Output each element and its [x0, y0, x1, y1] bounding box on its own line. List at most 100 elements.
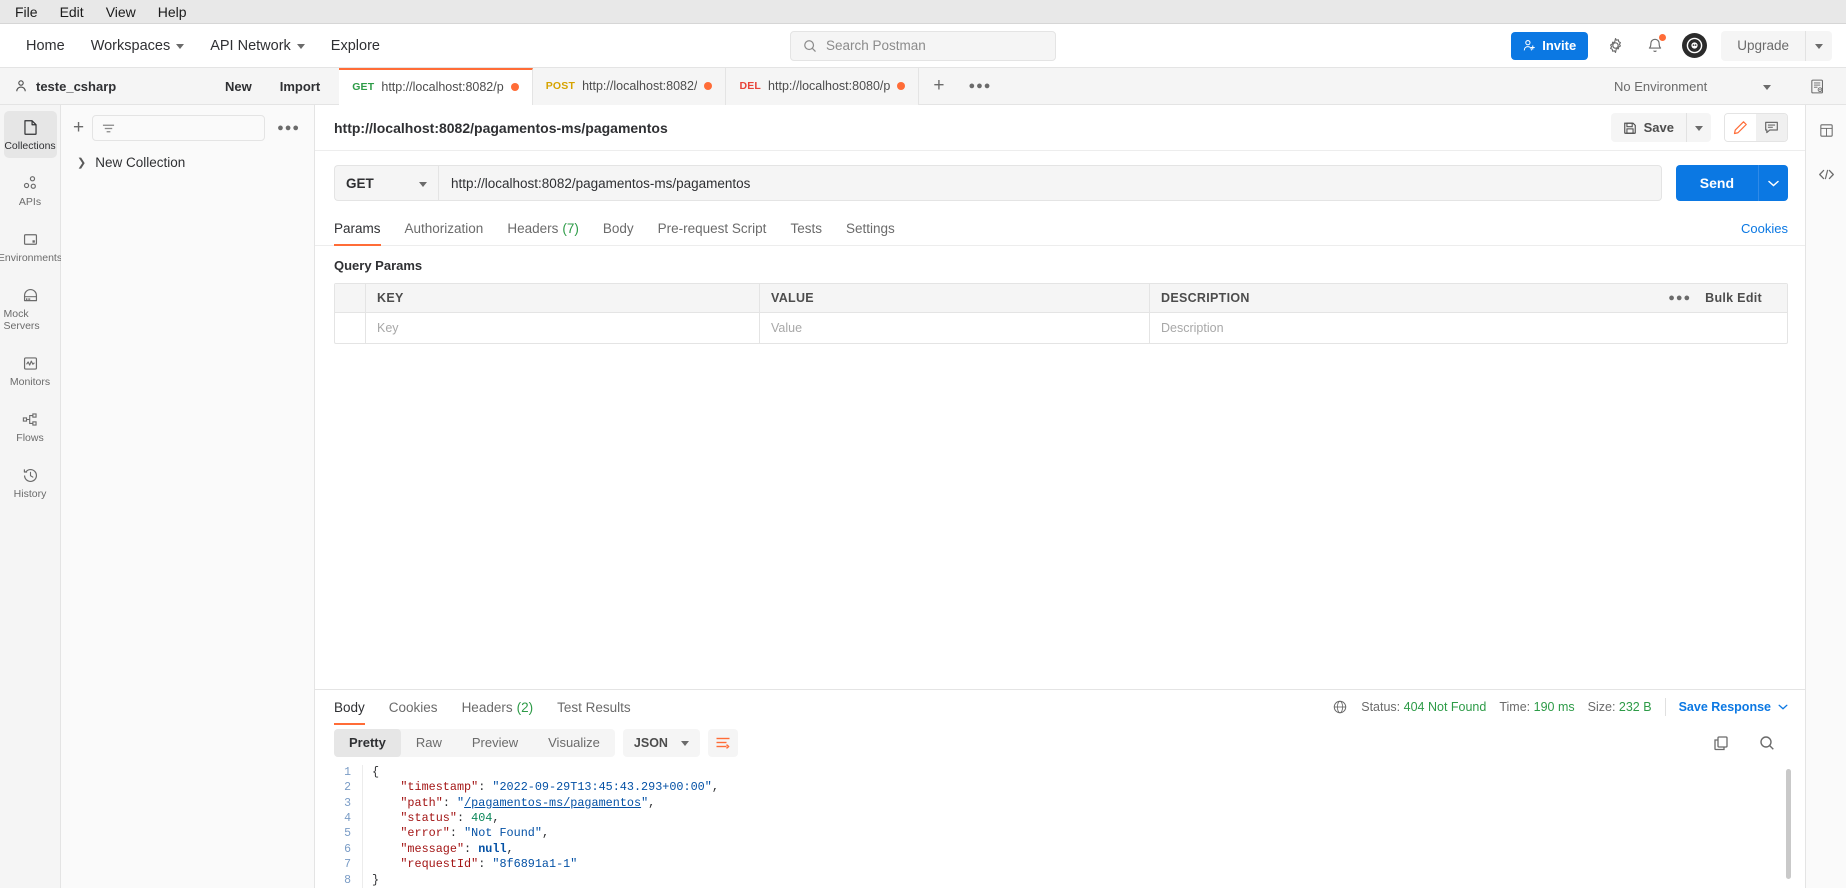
invite-person-icon: [1524, 40, 1535, 51]
status-group: Status: 404 Not Found: [1361, 700, 1486, 714]
environment-selector[interactable]: No Environment: [1614, 79, 1790, 94]
import-button[interactable]: Import: [269, 74, 331, 99]
sidebar-item-collections[interactable]: Collections: [3, 111, 57, 158]
menu-help[interactable]: Help: [147, 2, 198, 22]
sidebar-item-history[interactable]: History: [4, 459, 57, 506]
search-response-button[interactable]: [1754, 730, 1780, 756]
environment-quick-look-button[interactable]: [1804, 73, 1830, 99]
sidebar-item-mock-servers[interactable]: Mock Servers: [4, 279, 57, 338]
format-raw-button[interactable]: Raw: [401, 729, 457, 757]
param-description-input[interactable]: Description: [1150, 313, 1787, 343]
tab-tests[interactable]: Tests: [778, 211, 834, 246]
send-button[interactable]: Send: [1675, 165, 1758, 201]
layout-toggle-button[interactable]: [1813, 117, 1839, 143]
format-preview-button[interactable]: Preview: [457, 729, 533, 757]
new-tab-button[interactable]: +: [919, 68, 958, 105]
tab-settings[interactable]: Settings: [834, 211, 907, 246]
tab-pre-request-script-label: Pre-request Script: [657, 220, 767, 236]
response-format-toolbar: Pretty Raw Preview Visualize JSON: [315, 725, 1805, 765]
gear-icon: [1609, 37, 1621, 54]
list-item[interactable]: ❯ New Collection: [61, 149, 314, 176]
tab-headers[interactable]: Headers (7): [495, 211, 591, 246]
add-collection-button[interactable]: +: [73, 118, 84, 137]
sidebar-item-environments[interactable]: Environments: [0, 223, 62, 270]
nav-workspaces-label: Workspaces: [90, 37, 171, 54]
menu-file[interactable]: File: [4, 2, 49, 22]
code-line-content: "requestId": "8f6891a1-1": [362, 857, 577, 873]
select-all-checkbox-cell[interactable]: [335, 284, 366, 312]
sidebar-item-flows[interactable]: Flows: [4, 403, 57, 450]
url-row: GET http://localhost:8082/pagamentos-ms/…: [315, 151, 1805, 211]
tab-authorization[interactable]: Authorization: [393, 211, 496, 246]
tab-params[interactable]: Params: [334, 211, 393, 246]
format-pretty-button[interactable]: Pretty: [334, 728, 401, 757]
response-tab-headers[interactable]: Headers (2): [450, 690, 546, 725]
response-language-select[interactable]: JSON: [622, 728, 700, 757]
format-visualize-button[interactable]: Visualize: [533, 729, 615, 757]
response-tab-body-label: Body: [334, 699, 365, 715]
code-token: :: [442, 795, 457, 810]
workspace-name[interactable]: teste_csharp: [0, 79, 214, 94]
code-token: }: [372, 872, 380, 887]
param-value-input[interactable]: Value: [760, 313, 1150, 343]
sidebar-item-monitors[interactable]: Monitors: [4, 347, 57, 394]
response-tab-body[interactable]: Body: [334, 690, 377, 725]
table-options-button[interactable]: ●●●: [1668, 292, 1691, 304]
response-tab-test-results[interactable]: Test Results: [545, 690, 643, 725]
response-tab-headers-label: Headers: [461, 699, 513, 715]
code-snippet-button[interactable]: [1813, 161, 1839, 187]
upgrade-button[interactable]: Upgrade: [1721, 31, 1805, 61]
tabs-more-button[interactable]: ●●●: [958, 68, 1001, 105]
nav-explore[interactable]: Explore: [319, 32, 392, 60]
request-body-empty-space: [315, 344, 1805, 689]
tab-tests-label: Tests: [790, 220, 822, 236]
response-scrollbar[interactable]: [1786, 768, 1791, 879]
save-response-button[interactable]: Save Response: [1679, 700, 1788, 714]
response-body-code[interactable]: 1{2 "timestamp": "2022-09-29T13:45:43.29…: [315, 764, 1805, 888]
request-tab-2[interactable]: POST http://localhost:8082/: [532, 67, 727, 105]
param-key-input[interactable]: Key: [366, 313, 760, 343]
upgrade-group: Upgrade: [1721, 30, 1832, 61]
search-input[interactable]: Search Postman: [790, 30, 1056, 61]
mock-servers-icon: [23, 288, 37, 302]
request-tabs-strip: GET http://localhost:8082/p POST http://…: [339, 67, 1598, 105]
code-line: 8}: [334, 872, 1805, 888]
cookies-link[interactable]: Cookies: [1741, 221, 1788, 236]
comments-button[interactable]: [1756, 114, 1787, 141]
menu-edit[interactable]: Edit: [49, 2, 95, 22]
collections-filter-input[interactable]: [92, 115, 266, 141]
request-tab-3[interactable]: DEL http://localhost:8080/p: [726, 67, 920, 105]
copy-response-button[interactable]: [1708, 730, 1734, 756]
nav-api-network[interactable]: API Network: [198, 32, 317, 60]
request-tab-1[interactable]: GET http://localhost:8082/p: [339, 67, 533, 105]
tab-pre-request-script[interactable]: Pre-request Script: [646, 211, 779, 246]
code-token: "2022-09-29T13:45:43.293+00:00": [492, 780, 712, 795]
settings-button[interactable]: [1602, 33, 1628, 59]
sidebar-item-apis[interactable]: APIs: [4, 167, 57, 214]
upgrade-dropdown-button[interactable]: [1805, 30, 1832, 61]
bulk-edit-button[interactable]: Bulk Edit: [1705, 291, 1762, 305]
edit-mode-button[interactable]: [1725, 114, 1756, 141]
nav-home[interactable]: Home: [14, 32, 77, 60]
avatar[interactable]: [1682, 33, 1708, 58]
chevron-down-icon: [296, 44, 305, 49]
collections-more-button[interactable]: ●●●: [273, 122, 304, 134]
row-checkbox-cell[interactable]: [335, 313, 366, 343]
tab-body[interactable]: Body: [591, 211, 646, 246]
menu-view[interactable]: View: [95, 2, 147, 22]
send-dropdown-button[interactable]: [1758, 165, 1788, 201]
invite-button[interactable]: Invite: [1511, 31, 1589, 60]
left-sidebar-rail: Collections APIs Environments Mock Serve…: [0, 105, 62, 888]
wrap-lines-button[interactable]: [707, 728, 738, 757]
response-tab-cookies[interactable]: Cookies: [377, 690, 450, 725]
http-method-select[interactable]: GET: [334, 165, 438, 201]
url-input[interactable]: http://localhost:8082/pagamentos-ms/paga…: [438, 165, 1662, 201]
save-button[interactable]: Save: [1611, 120, 1686, 135]
notifications-button[interactable]: [1642, 33, 1668, 59]
response-tab-test-results-label: Test Results: [557, 699, 631, 715]
save-dropdown-button[interactable]: [1686, 113, 1711, 142]
line-number: 4: [344, 812, 351, 826]
nav-workspaces[interactable]: Workspaces: [79, 32, 197, 60]
new-button[interactable]: New: [214, 74, 263, 99]
